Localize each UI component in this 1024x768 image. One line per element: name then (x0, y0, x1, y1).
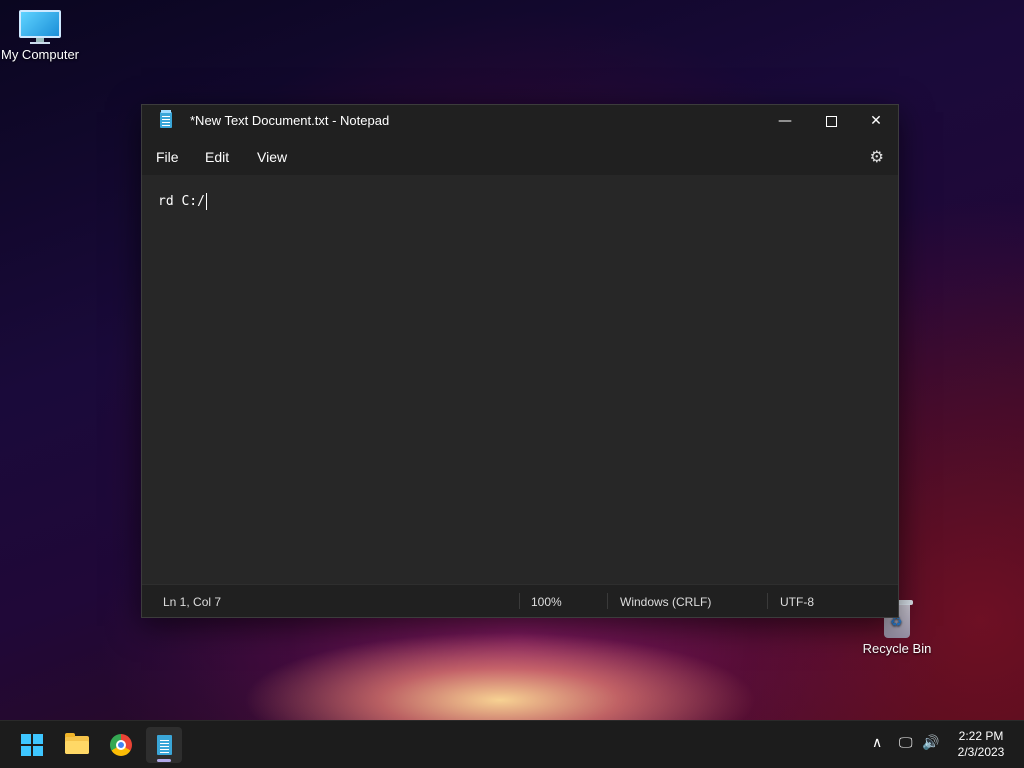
desktop-icon-label: My Computer (0, 47, 80, 62)
close-button[interactable]: ✕ (853, 105, 899, 137)
start-icon (21, 734, 43, 756)
status-separator (607, 593, 608, 609)
editor-content[interactable]: rd C:/ (158, 193, 207, 210)
text-editor-area[interactable]: rd C:/ (142, 175, 898, 585)
maximize-button[interactable] (808, 105, 854, 137)
tray-overflow-chevron-icon[interactable]: ∧ (872, 735, 882, 751)
menu-file[interactable]: File (156, 149, 179, 165)
status-zoom: 100% (531, 595, 562, 609)
title-bar[interactable]: *New Text Document.txt - Notepad — ✕ (142, 105, 898, 137)
status-separator (767, 593, 768, 609)
status-encoding: UTF-8 (780, 595, 814, 609)
window-title: *New Text Document.txt - Notepad (190, 113, 390, 128)
settings-gear-icon[interactable]: ⚙ (870, 147, 884, 166)
minimize-icon: — (778, 113, 792, 129)
status-bar: Ln 1, Col 7 100% Windows (CRLF) UTF-8 (142, 584, 898, 617)
clock-time: 2:22 PM (958, 729, 1004, 743)
taskbar-notepad[interactable] (146, 727, 182, 763)
clock-date: 2/3/2023 (957, 745, 1005, 759)
start-button[interactable] (14, 727, 50, 763)
status-cursor-position: Ln 1, Col 7 (163, 595, 222, 609)
menu-edit[interactable]: Edit (205, 149, 229, 165)
editor-text: rd C:/ (158, 194, 205, 209)
network-icon[interactable]: 🖵 (899, 735, 913, 751)
notepad-window: *New Text Document.txt - Notepad — ✕ Fil… (141, 104, 899, 618)
notepad-icon (160, 110, 172, 128)
close-icon: ✕ (870, 113, 882, 129)
active-app-indicator (157, 759, 171, 762)
minimize-button[interactable]: — (762, 105, 808, 137)
status-separator (519, 593, 520, 609)
computer-icon (19, 10, 61, 44)
chrome-icon (110, 734, 132, 756)
maximize-icon (825, 115, 837, 127)
file-explorer-icon (65, 733, 89, 754)
text-caret (205, 193, 207, 210)
menu-view[interactable]: View (257, 149, 287, 165)
taskbar: ∧ 🖵 🔊 2:22 PM 2/3/2023 (0, 720, 1024, 768)
taskbar-clock[interactable]: 2:22 PM 2/3/2023 (946, 728, 1016, 760)
taskbar-chrome[interactable] (103, 727, 139, 763)
volume-icon[interactable]: 🔊 (922, 735, 939, 751)
desktop-icon-my-computer[interactable]: My Computer (0, 10, 80, 62)
menu-bar: File Edit View ⚙ (142, 137, 898, 175)
status-line-ending: Windows (CRLF) (620, 595, 712, 609)
notepad-icon (157, 735, 172, 755)
taskbar-file-explorer[interactable] (59, 727, 95, 763)
desktop-icon-label: Recycle Bin (862, 641, 932, 656)
